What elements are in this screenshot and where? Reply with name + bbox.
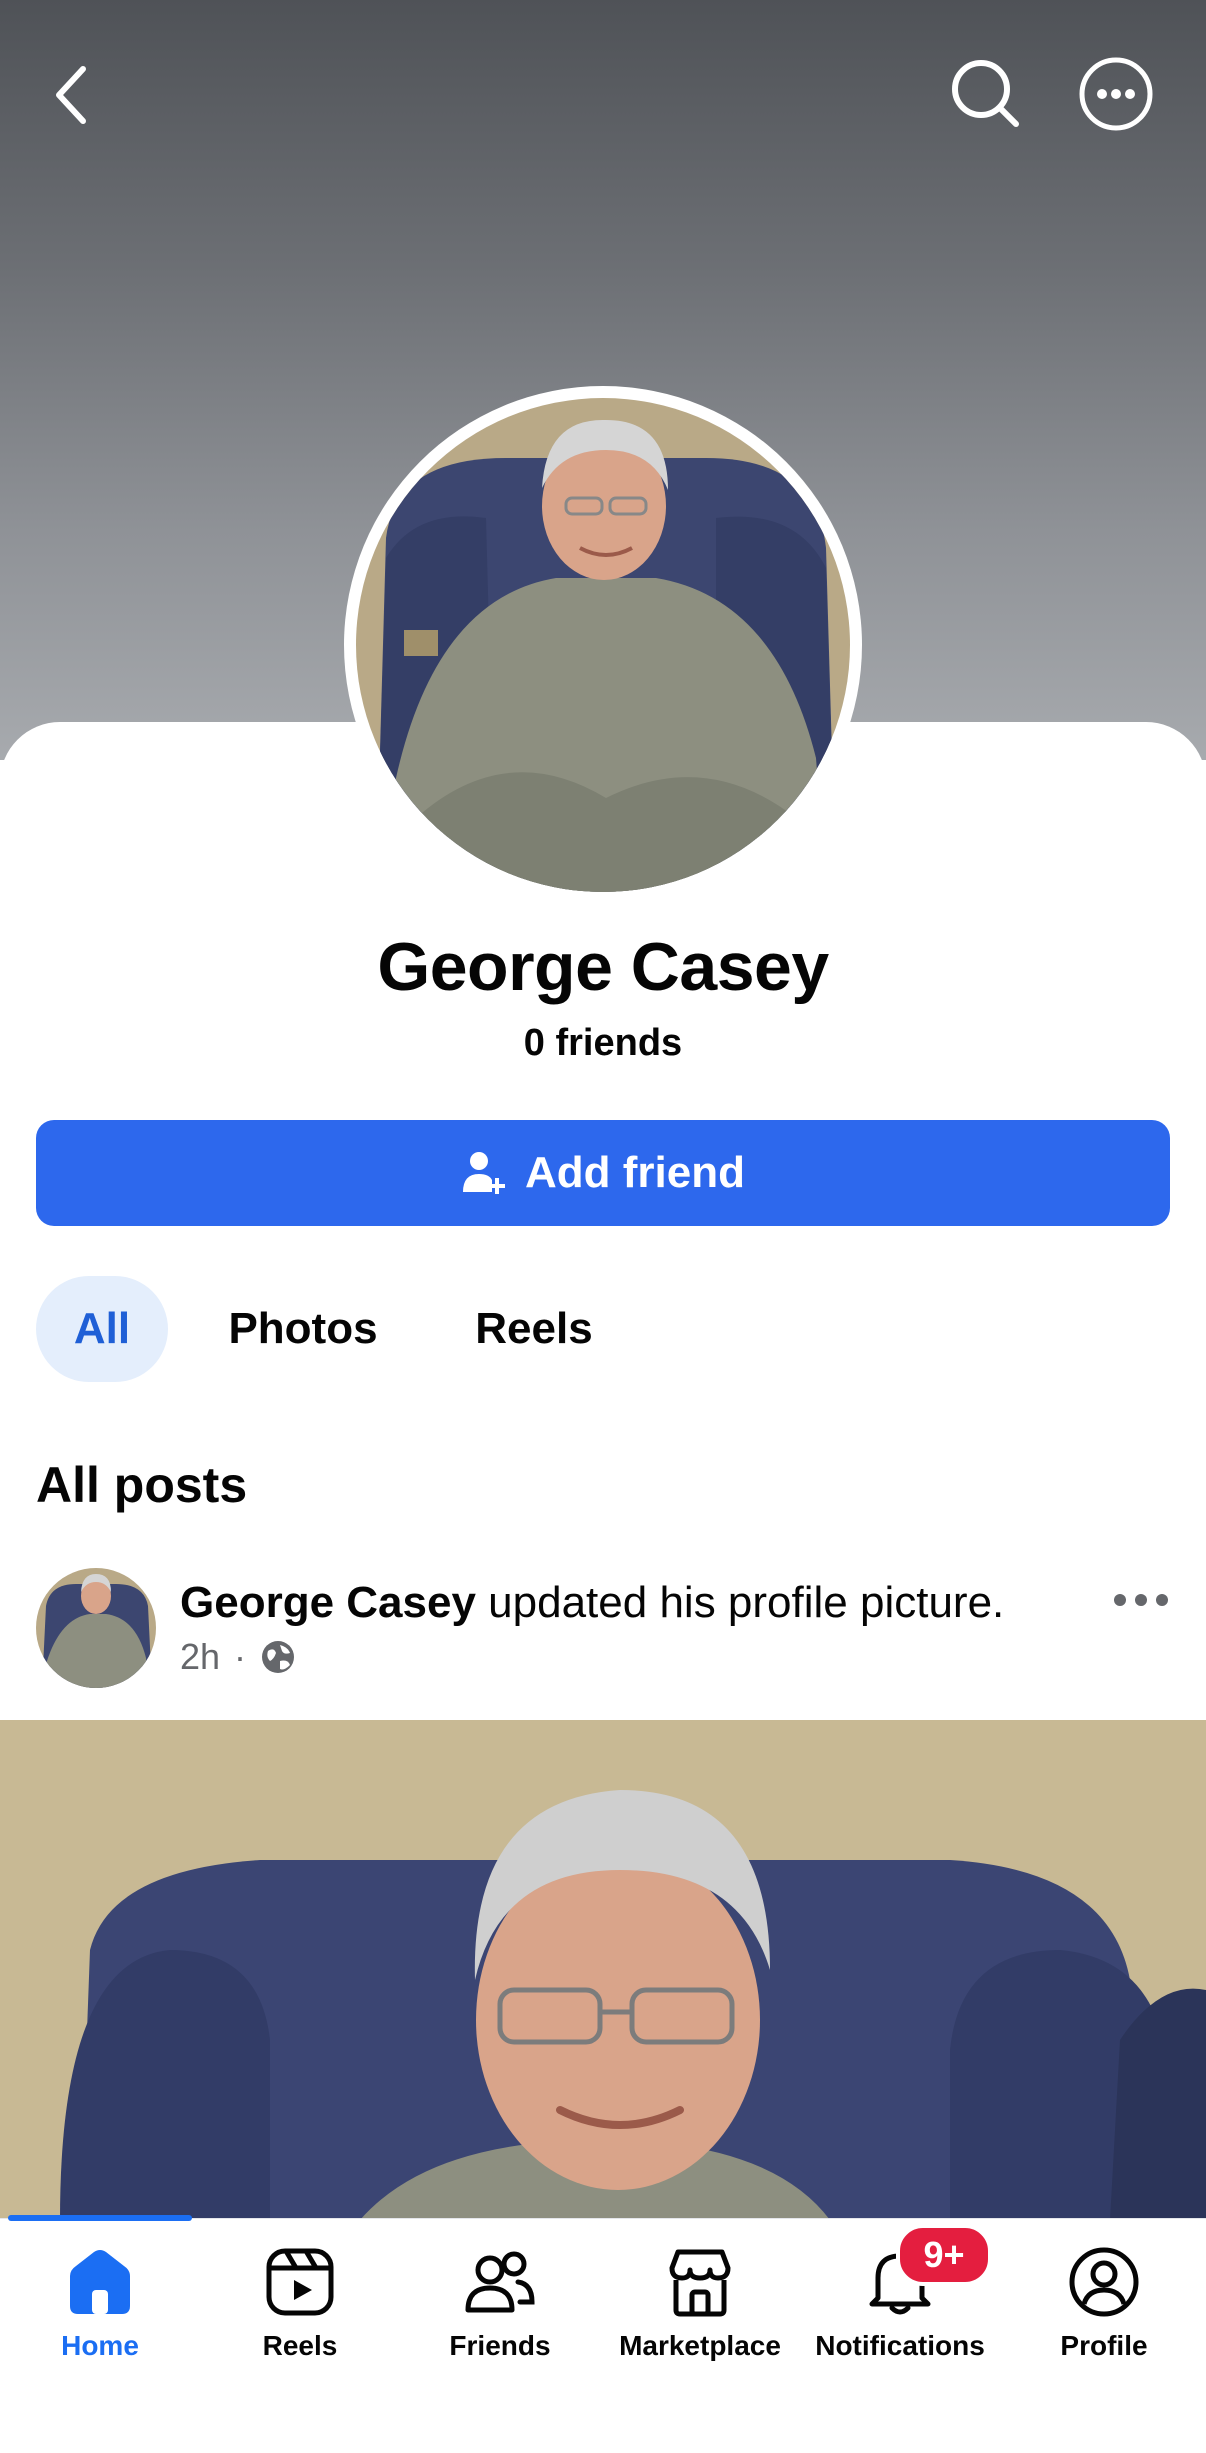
all-posts-heading: All posts bbox=[36, 1457, 248, 1513]
more-circle-icon bbox=[1079, 57, 1153, 131]
post-more-button[interactable] bbox=[1112, 1590, 1170, 1615]
nav-home-label: Home bbox=[61, 2330, 139, 2361]
tab-all[interactable]: All bbox=[36, 1276, 168, 1382]
marketplace-icon bbox=[669, 2249, 731, 2317]
add-friend-label: Add friend bbox=[525, 1148, 745, 1197]
person-add-icon bbox=[463, 1152, 505, 1194]
meta-separator: · bbox=[234, 1636, 247, 1677]
chevron-left-icon bbox=[56, 66, 86, 124]
post-meta: 2h · bbox=[180, 1636, 296, 1678]
tab-reels-label: Reels bbox=[475, 1304, 593, 1353]
post-author-name[interactable]: George Casey bbox=[180, 1578, 476, 1627]
nav-friends-label: Friends bbox=[449, 2330, 551, 2361]
search-button[interactable] bbox=[944, 52, 1026, 134]
back-button[interactable] bbox=[36, 50, 106, 140]
post-author-avatar[interactable] bbox=[36, 1568, 156, 1688]
post-author-photo bbox=[36, 1568, 156, 1688]
tab-all-label: All bbox=[73, 1304, 131, 1353]
add-friend-button[interactable]: Add friend bbox=[36, 1120, 1170, 1226]
nav-reels[interactable]: Reels bbox=[200, 2246, 400, 2362]
ellipsis-icon bbox=[1114, 1594, 1168, 1606]
nav-profile-label: Profile bbox=[1060, 2330, 1148, 2361]
friends-icon bbox=[465, 2251, 535, 2313]
nav-friends[interactable]: Friends bbox=[400, 2246, 600, 2362]
tab-reels[interactable]: Reels bbox=[454, 1276, 614, 1382]
active-tab-indicator bbox=[8, 2215, 192, 2221]
home-icon bbox=[70, 2250, 130, 2314]
friends-count[interactable]: 0 friends bbox=[0, 1022, 1206, 1065]
post-image[interactable] bbox=[0, 1720, 1206, 2220]
post-photo bbox=[0, 1720, 1206, 2220]
tab-photos[interactable]: Photos bbox=[206, 1276, 400, 1382]
globe-icon bbox=[262, 1641, 295, 1673]
search-icon bbox=[952, 60, 1019, 127]
notifications-badge: 9+ bbox=[896, 2224, 992, 2286]
profile-name: George Casey bbox=[377, 929, 829, 1005]
profile-icon bbox=[1069, 2247, 1139, 2317]
tab-photos-label: Photos bbox=[228, 1304, 378, 1353]
profile-avatar[interactable] bbox=[356, 398, 850, 892]
profile-photo bbox=[356, 398, 850, 892]
nav-marketplace[interactable]: Marketplace bbox=[600, 2246, 800, 2362]
nav-notifications[interactable]: 9+ Notifications bbox=[800, 2224, 1000, 2362]
post-time[interactable]: 2h bbox=[180, 1636, 220, 1678]
more-options-button[interactable] bbox=[1074, 52, 1158, 136]
post-headline: George Casey updated his profile picture… bbox=[180, 1578, 1004, 1628]
nav-reels-label: Reels bbox=[262, 2330, 338, 2361]
nav-home[interactable]: Home bbox=[0, 2246, 200, 2362]
nav-notifications-label: Notifications bbox=[815, 2330, 985, 2361]
reels-icon bbox=[266, 2248, 334, 2316]
nav-profile[interactable]: Profile bbox=[1004, 2246, 1204, 2362]
post-action-text: updated his profile picture. bbox=[488, 1578, 1005, 1627]
nav-marketplace-label: Marketplace bbox=[619, 2330, 781, 2361]
